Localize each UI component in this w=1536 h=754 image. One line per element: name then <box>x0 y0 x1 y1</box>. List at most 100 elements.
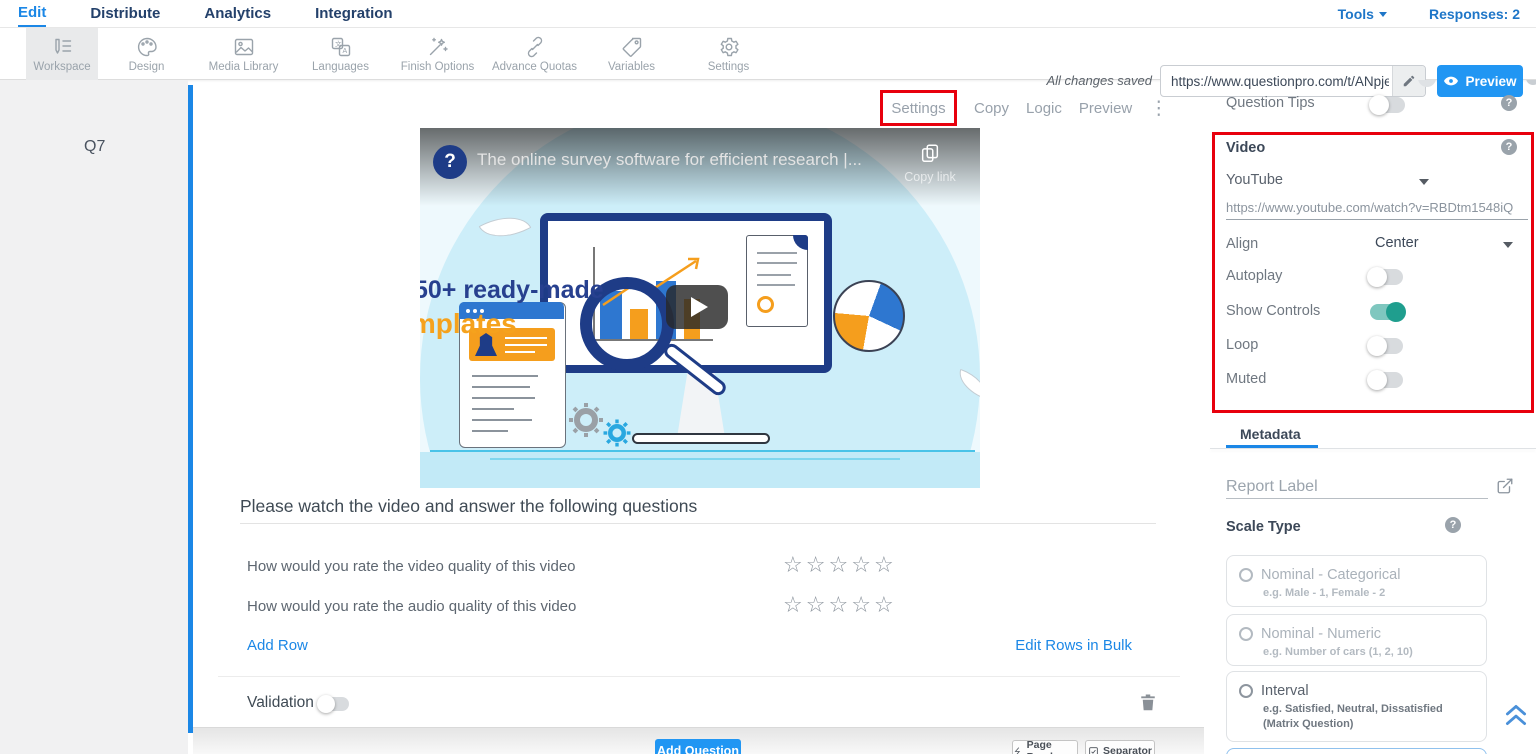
video-url-input[interactable]: https://www.youtube.com/watch?v=RBDtm154… <box>1226 200 1513 215</box>
checkbox-icon <box>1088 746 1099 754</box>
nav-tab-distribute[interactable]: Distribute <box>90 2 160 26</box>
nav-tab-integration[interactable]: Integration <box>315 2 393 26</box>
external-link-icon[interactable] <box>1496 477 1514 500</box>
question-code[interactable]: Q7 <box>84 138 105 156</box>
toolbar-items: Workspace Design Media Library 文A Langua… <box>26 28 777 80</box>
edit-rows-in-bulk-link[interactable]: Edit Rows in Bulk <box>1014 637 1132 654</box>
scale-option-partial[interactable] <box>1226 748 1487 754</box>
page-break-icon <box>1013 746 1023 754</box>
align-label: Align <box>1226 236 1258 252</box>
add-question-button[interactable]: Add Question <box>655 739 741 754</box>
question-preview-tab[interactable]: Preview <box>1079 100 1132 117</box>
question-settings-tab[interactable]: Settings <box>891 100 945 117</box>
video-section-title: Video <box>1226 140 1265 156</box>
chevron-down-icon[interactable] <box>1419 179 1429 185</box>
nav-tab-analytics[interactable]: Analytics <box>204 2 271 26</box>
toolbar-variables[interactable]: Variables <box>583 28 680 80</box>
video-help-icon[interactable]: ? <box>1501 139 1517 155</box>
page-break-button[interactable]: Page Break <box>1012 740 1078 754</box>
separator-button[interactable]: Separator <box>1085 740 1155 754</box>
kebab-menu-icon[interactable]: ⋮ <box>1149 99 1168 117</box>
autosave-status: All changes saved <box>1012 73 1152 88</box>
youtube-video-player[interactable]: 50+ ready-made templates ? The online su… <box>420 128 980 488</box>
workspace-icon <box>50 35 74 59</box>
star-icon: ☆ <box>828 593 851 618</box>
divider <box>1210 448 1536 449</box>
question-tips-toggle[interactable] <box>1372 97 1405 113</box>
settings-annotation-box: Settings <box>880 90 957 126</box>
divider <box>218 676 1180 677</box>
delete-question-button[interactable] <box>1139 692 1157 717</box>
top-navigation: Edit Distribute Analytics Integration To… <box>0 0 1536 28</box>
star-icon: ☆ <box>851 553 874 578</box>
star-icon: ☆ <box>828 553 851 578</box>
toolbar-workspace[interactable]: Workspace <box>26 28 98 80</box>
translate-icon: 文A <box>329 35 353 59</box>
question-list-sidebar: Q7 <box>0 80 188 754</box>
copy-link-button[interactable]: Copy link <box>895 142 965 184</box>
muted-label: Muted <box>1226 371 1266 387</box>
validation-label: Validation <box>247 694 314 712</box>
star-icon: ☆ <box>783 553 806 578</box>
question-logic-tab[interactable]: Logic <box>1026 100 1062 117</box>
loop-toggle[interactable] <box>1370 338 1403 354</box>
autoplay-label: Autoplay <box>1226 268 1282 284</box>
star-icon: ☆ <box>874 593 897 618</box>
autoplay-toggle[interactable] <box>1370 269 1403 285</box>
scale-option-nominal-numeric[interactable]: Nominal - Numeric e.g. Number of cars (1… <box>1226 614 1487 666</box>
channel-avatar[interactable]: ? <box>433 145 467 179</box>
gear-icon <box>717 35 741 59</box>
add-row-link[interactable]: Add Row <box>247 637 308 654</box>
matrix-row-label[interactable]: How would you rate the video quality of … <box>247 558 576 575</box>
question-copy-tab[interactable]: Copy <box>974 100 1009 117</box>
scale-type-help-icon[interactable]: ? <box>1445 517 1461 533</box>
toolbar-media-library[interactable]: Media Library <box>195 28 292 80</box>
nav-tabs: Edit Distribute Analytics Integration <box>18 0 393 28</box>
tools-menu[interactable]: Tools <box>1338 6 1387 22</box>
radio-icon[interactable] <box>1239 684 1253 698</box>
certificate-graphic <box>746 235 808 327</box>
star-icon: ☆ <box>806 553 829 578</box>
video-provider-select[interactable]: YouTube <box>1226 172 1283 188</box>
radio-icon[interactable] <box>1239 627 1253 641</box>
scale-type-title: Scale Type <box>1226 519 1301 535</box>
responses-link[interactable]: Responses: 2 <box>1429 6 1520 22</box>
image-icon <box>232 35 256 59</box>
nav-tab-edit[interactable]: Edit <box>18 1 46 27</box>
show-controls-label: Show Controls <box>1226 303 1320 319</box>
magic-wand-icon <box>426 35 450 59</box>
toolbar-languages[interactable]: 文A Languages <box>292 28 389 80</box>
tab-metadata[interactable]: Metadata <box>1240 426 1301 442</box>
toolbar-advance-quotas[interactable]: Advance Quotas <box>486 28 583 80</box>
question-text[interactable]: Please watch the video and answer the fo… <box>240 496 697 517</box>
question-tips-help-icon[interactable]: ? <box>1501 95 1517 111</box>
scale-option-interval[interactable]: Interval e.g. Satisfied, Neutral, Dissat… <box>1226 671 1487 742</box>
star-rating-row-1[interactable]: ☆☆☆☆☆ <box>783 553 897 578</box>
radio-icon[interactable] <box>1239 568 1253 582</box>
edit-toolbar: Workspace Design Media Library 文A Langua… <box>0 28 1536 80</box>
questionpro-edit-page: Edit Distribute Analytics Integration To… <box>0 0 1536 754</box>
chevron-down-icon[interactable] <box>1503 242 1513 248</box>
star-rating-row-2[interactable]: ☆☆☆☆☆ <box>783 593 897 618</box>
report-label-input[interactable] <box>1226 475 1488 499</box>
scale-option-nominal-categorical[interactable]: Nominal - Categorical e.g. Male - 1, Fem… <box>1226 555 1487 607</box>
toolbar-settings[interactable]: Settings <box>680 28 777 80</box>
toolbar-finish-options[interactable]: Finish Options <box>389 28 486 80</box>
align-select[interactable]: Center <box>1375 235 1419 251</box>
panel-scroll-peek <box>1204 80 1536 89</box>
validation-toggle[interactable] <box>320 697 349 711</box>
gear-graphic-small <box>602 418 632 448</box>
video-url-underline <box>1226 219 1528 220</box>
muted-toggle[interactable] <box>1370 372 1403 388</box>
collapse-panel-button[interactable] <box>1503 701 1529 734</box>
play-button[interactable] <box>666 285 728 329</box>
loop-label: Loop <box>1226 337 1258 353</box>
video-title[interactable]: The online survey software for efficient… <box>477 150 887 170</box>
show-controls-toggle[interactable] <box>1370 304 1403 320</box>
matrix-row-label[interactable]: How would you rate the audio quality of … <box>247 598 576 615</box>
chevron-down-icon <box>1379 12 1387 17</box>
toolbar-design[interactable]: Design <box>98 28 195 80</box>
question-tips-label: Question Tips <box>1226 95 1315 111</box>
star-icon: ☆ <box>851 593 874 618</box>
star-icon: ☆ <box>874 553 897 578</box>
